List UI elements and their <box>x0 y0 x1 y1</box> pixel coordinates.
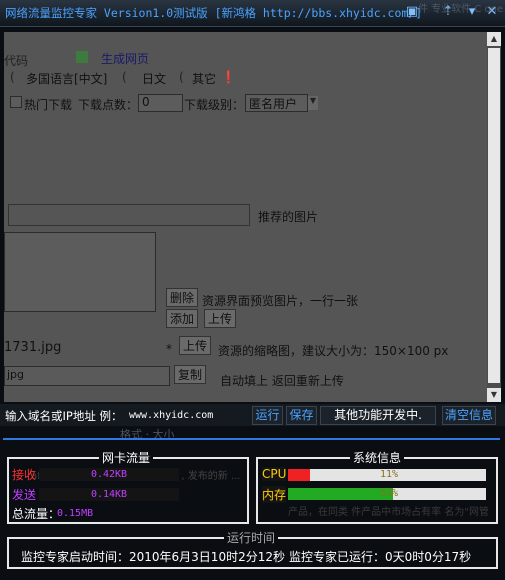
cpu-label: CPU <box>262 467 287 481</box>
background-form: 代码 生成网页 ( 多国语言[中文] ( 日文 ( 其它 ❗ 热门下载 下载点数… <box>4 32 501 402</box>
send-value: 0.14KB <box>39 488 179 501</box>
memory-value: 53% <box>380 488 399 499</box>
recommend-image-label: 推荐的图片 <box>258 210 319 224</box>
cpu-value: 11% <box>380 469 399 480</box>
upload-thumb-button[interactable]: 上传 <box>179 336 212 355</box>
save-button[interactable]: 保存 <box>286 406 317 425</box>
checkbox[interactable] <box>10 96 22 108</box>
hot-download-label: 热门下载 <box>24 98 73 112</box>
chevron-down-icon[interactable]: ▼ <box>308 96 318 110</box>
system-info-group: 系统信息 CPU 11% 内存 53% 产品，在同类 件产品中市场占有率 名为"… <box>256 449 498 524</box>
cpu-meter: 11% <box>288 469 486 481</box>
exclamation-icon: ❗ <box>221 70 236 84</box>
required-mark: * <box>166 342 172 356</box>
memory-meter: 53% <box>288 488 486 500</box>
memory-meter-fill <box>288 488 393 500</box>
recv-label: 接收 <box>12 468 37 482</box>
radio-icon[interactable]: ( <box>10 70 15 84</box>
ghost-text: 件 专业软件 C one <box>418 4 504 15</box>
total-label: 总流量： <box>12 507 61 521</box>
scroll-down-icon[interactable]: ▼ <box>487 388 501 402</box>
memory-label: 内存 <box>262 486 287 503</box>
system-info-title: 系统信息 <box>350 449 405 466</box>
file-ext-field[interactable]: jpg <box>4 366 170 386</box>
generate-page-link[interactable]: 生成网页 <box>101 50 149 67</box>
preview-hint: 资源界面预览图片，一行一张 <box>202 294 359 308</box>
page-icon <box>76 51 88 63</box>
download-count-field[interactable]: 0 <box>138 94 183 112</box>
ghost-text: 产品，在同类 件产品中市场占有率 名为"网管首选"产品 <box>288 507 488 518</box>
domain-input[interactable] <box>129 407 247 423</box>
domain-prompt: 输入域名或IP地址 例： <box>5 409 123 423</box>
cpu-meter-fill <box>288 469 310 481</box>
file-ext-value: jpg <box>7 368 25 381</box>
auto-fill-hint: 自动填上 返回重新上传 <box>220 374 344 388</box>
run-button[interactable]: 运行 <box>252 406 283 425</box>
download-level-label: 下载级别： <box>184 98 245 112</box>
add-button[interactable]: 添加 <box>166 309 199 328</box>
total-value: 0.15MB <box>57 508 94 519</box>
radio-icon[interactable]: ( <box>179 70 184 84</box>
vertical-scrollbar[interactable]: ▲ ▼ <box>487 32 501 402</box>
language-option[interactable]: 多国语言[中文] <box>26 70 107 87</box>
start-time-text: 监控专家启动时间：2010年6月3日10时2分12秒 <box>21 550 285 564</box>
delete-button[interactable]: 删除 <box>166 288 199 307</box>
thumb-hint: 资源的缩略图，建议大小为：150×100 px <box>218 344 449 358</box>
command-bar: 输入域名或IP地址 例： 运行 保存 其他功能开发中. 清空信息 <box>0 404 505 426</box>
upload-button[interactable]: 上传 <box>204 309 237 328</box>
file-name: 1731.jpg <box>4 340 62 355</box>
send-label: 发送 <box>12 488 37 502</box>
download-count-label: 下载点数： <box>78 98 139 112</box>
window-title: 网络流量监控专家 Version1.0测试版 [新鸿格 http://bbs.x… <box>5 6 423 20</box>
download-level-select[interactable]: 匿名用户 <box>245 94 308 112</box>
clear-info-button[interactable]: 清空信息 <box>442 406 496 425</box>
runtime-title: 运行时间 <box>224 529 279 546</box>
image-list[interactable] <box>4 232 156 312</box>
language-option[interactable]: 日文 <box>142 70 166 87</box>
scroll-thumb[interactable] <box>488 48 500 383</box>
recommend-image-field[interactable] <box>8 204 250 226</box>
network-traffic-group: 网卡流量 raffic Monitor...alists是一款专业 , 发布的新… <box>7 449 249 524</box>
scroll-up-icon[interactable]: ▲ <box>487 32 501 46</box>
network-traffic-title: 网卡流量 <box>99 449 154 466</box>
elapsed-time-text: 监控专家已运行：0天0时0分17秒 <box>289 550 472 564</box>
separator-line <box>3 438 500 440</box>
other-functions-button[interactable]: 其他功能开发中. <box>320 406 436 425</box>
runtime-group: 运行时间 监控专家启动时间：2010年6月3日10时2分12秒 监控专家已运行：… <box>7 529 498 569</box>
copy-button[interactable]: 复制 <box>174 365 207 384</box>
radio-icon[interactable]: ( <box>122 70 127 84</box>
recv-value: 0.42KB <box>39 468 179 481</box>
language-option[interactable]: 其它 <box>192 70 216 87</box>
nav-left-label: 代码 <box>4 54 29 68</box>
